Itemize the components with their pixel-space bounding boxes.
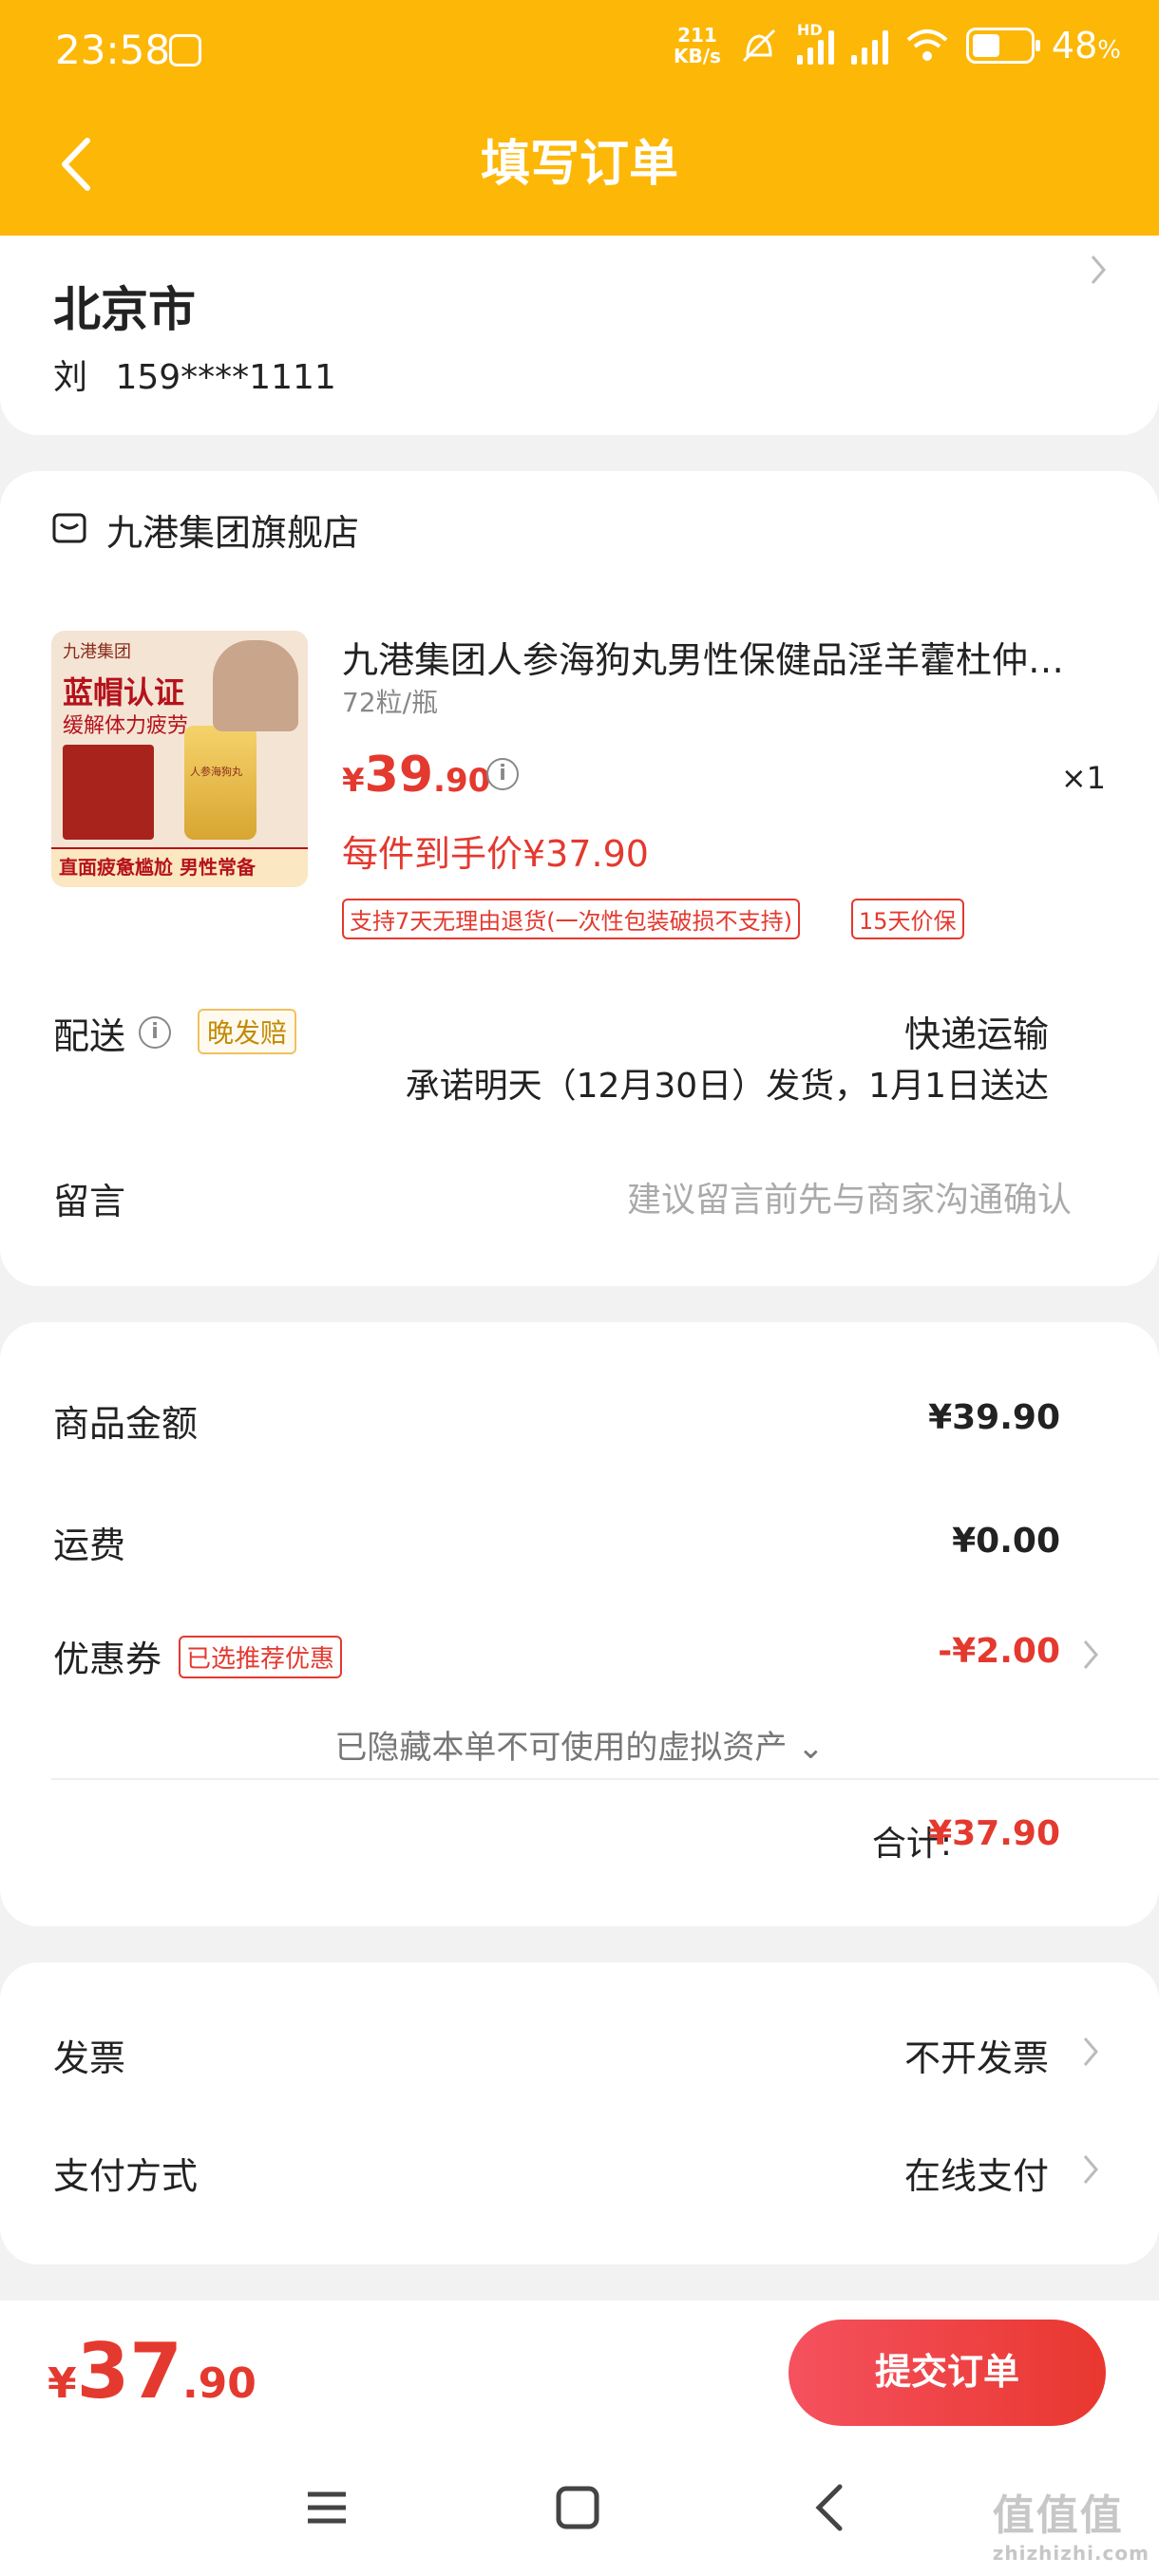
product-box — [63, 745, 154, 840]
battery-icon — [965, 28, 1040, 64]
watermark: 值值值 zhizhizhi.com — [992, 2491, 1150, 2565]
bottom-total-price: ¥37.90 — [48, 2327, 256, 2415]
product-spec: 72粒/瓶 — [342, 687, 439, 718]
signal-hd: HD — [796, 21, 834, 65]
divider — [51, 1778, 1159, 1780]
contact-phone: 159****1111 — [115, 358, 336, 397]
wifi-icon — [906, 29, 948, 61]
product-price: ¥39.90 — [342, 747, 491, 804]
chevron-right-icon — [1083, 2155, 1098, 2184]
alarm-clock-icon — [169, 34, 201, 66]
price-protect-tag: 15天价保 — [851, 899, 964, 939]
contact-name: 刘 — [53, 358, 88, 397]
late-compensation-tag: 晚发赔 — [198, 1009, 297, 1054]
bottom-bar: ¥37.90 提交订单 值值值 zhizhizhi.com — [0, 2301, 1159, 2576]
battery-percent: 48% — [1051, 25, 1121, 66]
quantity: ×1 — [1060, 760, 1106, 796]
invoice-value[interactable]: 不开发票 — [904, 2029, 1049, 2081]
store-name: 九港集团旗舰店 — [106, 512, 360, 554]
payment-label: 支付方式 — [53, 2155, 199, 2197]
message-label: 留言 — [53, 1181, 126, 1222]
page-title: 填写订单 — [480, 136, 678, 193]
goods-amount-value: ¥39.90 — [928, 1398, 1060, 1437]
status-bar: 23:58 211 KB/s HD 48% — [0, 0, 1159, 104]
app-header: 23:58 211 KB/s HD 48% 填写订单 — [0, 0, 1159, 236]
delivery-method: 快递运输 — [903, 1013, 1049, 1055]
coupon-value[interactable]: -¥2.00 — [938, 1632, 1060, 1671]
address-contact: 刘 159****1111 — [53, 350, 336, 399]
unit-price: 每件到手价¥37.90 — [342, 833, 649, 875]
store-icon — [52, 513, 86, 543]
home-icon[interactable] — [549, 2479, 606, 2536]
total-value: ¥37.90 — [928, 1814, 1060, 1853]
back-nav-icon[interactable] — [802, 2479, 859, 2536]
product-image[interactable]: 九港集团 蓝帽认证 缓解体力疲劳 人参海狗丸 直面疲惫尴尬 男性常备 — [51, 631, 308, 887]
signal-icon-2 — [850, 27, 888, 65]
network-speed: 211 KB/s — [673, 24, 721, 67]
chevron-right-icon — [1091, 256, 1106, 284]
menu-icon[interactable] — [298, 2479, 355, 2536]
delivery-info-icon[interactable]: i — [139, 1016, 171, 1049]
shipping-label: 运费 — [53, 1525, 126, 1566]
payment-value[interactable]: 在线支付 — [904, 2147, 1049, 2199]
return-policy-tag: 支持7天无理由退货(一次性包装破损不支持) — [342, 899, 800, 939]
coupon-tag: 已选推荐优惠 — [179, 1636, 343, 1678]
shipping-value: ¥0.00 — [952, 1522, 1060, 1561]
product-figure — [213, 640, 298, 731]
invoice-label: 发票 — [53, 2037, 126, 2079]
delivery-promise: 承诺明天（12月30日）发货，1月1日送达 — [405, 1067, 1049, 1106]
status-icons: 211 KB/s HD 48% — [673, 21, 1121, 67]
submit-order-button[interactable]: 提交订单 — [788, 2320, 1106, 2426]
address-city: 北京市 — [53, 282, 196, 337]
mute-bell-icon — [742, 28, 775, 63]
price-info-icon[interactable]: i — [486, 758, 519, 790]
message-input[interactable]: 建议留言前先与商家沟通确认 — [627, 1172, 1072, 1222]
invoice-payment-card: 发票 不开发票 支付方式 在线支付 — [0, 1962, 1159, 2264]
product-title[interactable]: 九港集团人参海狗丸男性保健品淫羊藿杜仲… — [342, 631, 1102, 683]
product-bottle: 人参海狗丸 — [184, 726, 256, 840]
chevron-right-icon — [1083, 2037, 1098, 2066]
status-time: 23:58 — [55, 27, 171, 73]
store-card: 九港集团旗舰店 九港集团 蓝帽认证 缓解体力疲劳 人参海狗丸 直面疲惫尴尬 男性… — [0, 471, 1159, 1286]
delivery-label: 配送 — [53, 1015, 126, 1057]
order-summary-card: 商品金额 ¥39.90 运费 ¥0.00 优惠券 已选推荐优惠 -¥2.00 已… — [0, 1322, 1159, 1926]
coupon-label[interactable]: 优惠券 — [53, 1630, 162, 1682]
chevron-right-icon — [1083, 1640, 1098, 1669]
hidden-assets-toggle[interactable]: 已隐藏本单不可使用的虚拟资产 ⌄ — [0, 1721, 1159, 1768]
goods-amount-label: 商品金额 — [53, 1403, 199, 1445]
